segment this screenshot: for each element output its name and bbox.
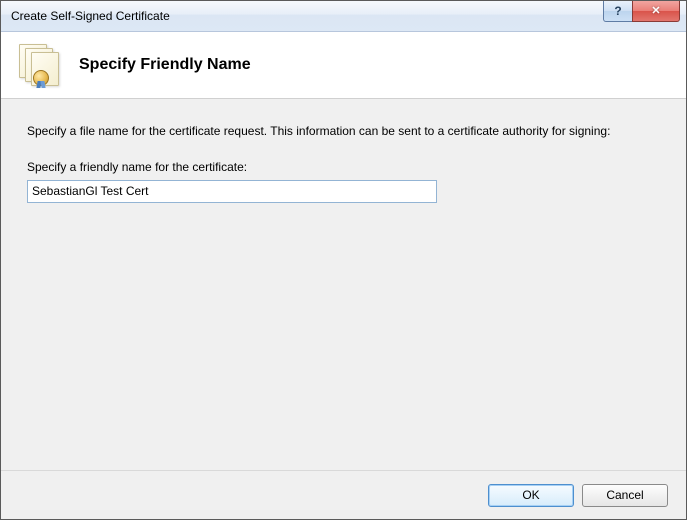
close-button[interactable]: ✕	[632, 1, 680, 22]
instruction-text: Specify a file name for the certificate …	[27, 123, 617, 140]
help-icon: ?	[614, 5, 621, 17]
page-title: Specify Friendly Name	[79, 56, 251, 74]
window-title: Create Self-Signed Certificate	[11, 9, 170, 23]
dialog-footer: OK Cancel	[1, 470, 686, 519]
certificate-icon	[19, 44, 61, 86]
header-band: Specify Friendly Name	[1, 32, 686, 99]
dialog-body: Specify a file name for the certificate …	[1, 99, 686, 470]
friendly-name-label: Specify a friendly name for the certific…	[27, 160, 660, 174]
help-button[interactable]: ?	[603, 1, 633, 22]
dialog-window: Create Self-Signed Certificate ? ✕ Speci…	[0, 0, 687, 520]
ok-button[interactable]: OK	[488, 484, 574, 507]
title-bar[interactable]: Create Self-Signed Certificate ? ✕	[1, 1, 686, 32]
cancel-button[interactable]: Cancel	[582, 484, 668, 507]
friendly-name-input[interactable]	[27, 180, 437, 203]
window-controls: ? ✕	[603, 1, 686, 22]
close-icon: ✕	[651, 6, 660, 17]
